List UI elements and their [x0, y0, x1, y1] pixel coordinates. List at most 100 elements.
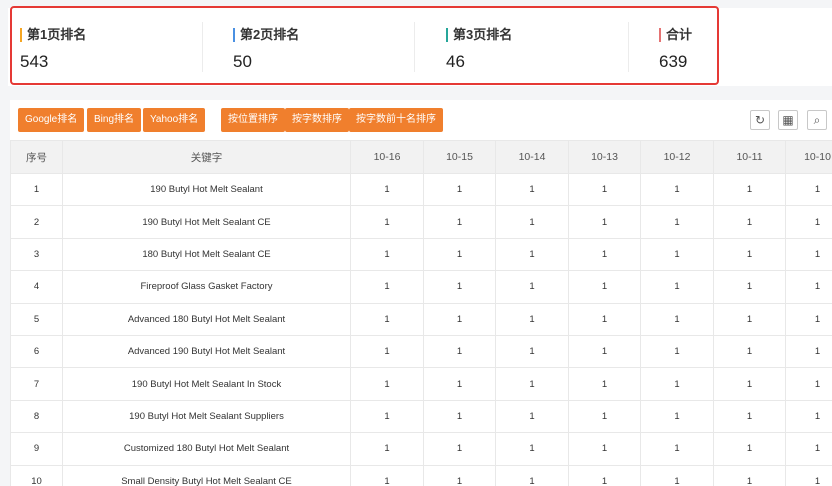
rank-cell: 1	[640, 270, 714, 304]
keyword-cell: 180 Butyl Hot Melt Sealant CE	[62, 237, 351, 272]
table-row[interactable]: 7 190 Butyl Hot Melt Sealant In Stock 1 1 1 1…	[10, 367, 832, 401]
sort-by-word-count-button[interactable]: 按字数排序	[285, 108, 349, 132]
stat-page3: 第3页排名 46	[438, 8, 628, 83]
row-index-cell: 9	[10, 432, 63, 466]
rank-cell: 1	[495, 464, 569, 486]
ranking-panel: Google排名 Bing排名 Yahoo排名 按位置排序 按字数排序 按字数前…	[10, 100, 832, 486]
header-index[interactable]: 序号	[10, 140, 63, 174]
rank-cell: 1	[713, 432, 786, 466]
bing-ranking-button[interactable]: Bing排名	[87, 108, 142, 132]
stat-separator	[628, 8, 629, 83]
ranking-table: 序号 关键字 10-16 10-15 10-14 10-13 10-12 10-…	[10, 140, 832, 486]
rank-cell: 1	[350, 270, 424, 304]
rank-cell: 1	[713, 399, 786, 434]
rank-cell: 1	[495, 367, 569, 401]
row-index-cell: 7	[10, 367, 63, 401]
columns-icon[interactable]: ▦	[778, 110, 798, 130]
rank-cell: 1	[785, 464, 832, 486]
rank-cell: 1	[350, 205, 424, 239]
table-row[interactable]: 9 Customized 180 Butyl Hot Melt Sealant 1 1…	[10, 432, 832, 466]
rank-cell: 1	[640, 367, 714, 401]
rank-cell: 1	[350, 334, 424, 369]
rank-cell: 1	[640, 237, 714, 272]
rank-cell: 1	[350, 172, 424, 207]
keyword-cell: 190 Butyl Hot Melt Sealant CE	[62, 205, 351, 239]
rank-cell: 1	[423, 464, 496, 486]
table-row[interactable]: 2 190 Butyl Hot Melt Sealant CE 1 1 1 1 1 1 1	[10, 205, 832, 239]
table-row[interactable]: 10 Small Density Butyl Hot Melt Sealant C…	[10, 464, 832, 486]
rank-cell: 1	[640, 399, 714, 434]
table-row[interactable]: 8 190 Butyl Hot Melt Sealant Suppliers 1 1 1…	[10, 399, 832, 434]
rank-cell: 1	[713, 334, 786, 369]
rank-cell: 1	[568, 205, 641, 239]
stat-total: 合计 639	[651, 8, 717, 83]
rank-cell: 1	[640, 205, 714, 239]
rank-cell: 1	[423, 399, 496, 434]
rank-cell: 1	[350, 367, 424, 401]
stat-page1: 第1页排名 543	[12, 8, 202, 83]
keyword-cell: 190 Butyl Hot Melt Sealant	[62, 172, 351, 207]
sort-by-top10-button[interactable]: 按字数前十名排序	[349, 108, 443, 132]
header-date[interactable]: 10-10	[785, 140, 832, 174]
rank-cell: 1	[423, 367, 496, 401]
search-icon[interactable]: ⌕	[807, 110, 827, 130]
rank-cell: 1	[495, 432, 569, 466]
row-index-cell: 4	[10, 270, 63, 304]
stat-total-label: 合计	[659, 28, 692, 42]
yahoo-ranking-button[interactable]: Yahoo排名	[143, 108, 206, 132]
keyword-cell: Fireproof Glass Gasket Factory	[62, 270, 351, 304]
rank-cell: 1	[495, 399, 569, 434]
table-row[interactable]: 6 Advanced 190 Butyl Hot Melt Sealant 1 1 1 1…	[10, 334, 832, 369]
row-index-cell: 6	[10, 334, 63, 369]
table-row[interactable]: 5 Advanced 180 Butyl Hot Melt Sealant 1 1 1 1…	[10, 302, 832, 336]
stat-separator	[414, 8, 415, 83]
rank-cell: 1	[423, 334, 496, 369]
table-row[interactable]: 1 190 Butyl Hot Melt Sealant 1 1 1 1 1 1 1	[10, 172, 832, 207]
rank-cell: 1	[785, 399, 832, 434]
header-date[interactable]: 10-13	[568, 140, 641, 174]
rank-cell: 1	[568, 367, 641, 401]
keyword-cell: Advanced 190 Butyl Hot Melt Sealant	[62, 334, 351, 369]
stat-page3-value: 46	[446, 52, 465, 71]
rank-cell: 1	[785, 432, 832, 466]
google-ranking-button[interactable]: Google排名	[18, 108, 85, 132]
rank-cell: 1	[568, 270, 641, 304]
stat-page2: 第2页排名 50	[225, 8, 415, 83]
stat-separator	[202, 8, 203, 83]
stat-page2-value: 50	[233, 52, 252, 71]
rank-cell: 1	[640, 334, 714, 369]
stat-total-value: 639	[659, 52, 688, 71]
rank-cell: 1	[785, 172, 832, 207]
header-date[interactable]: 10-14	[495, 140, 569, 174]
stat-page2-label: 第2页排名	[233, 28, 299, 42]
rank-cell: 1	[495, 334, 569, 369]
rank-cell: 1	[568, 237, 641, 272]
header-keyword[interactable]: 关键字	[62, 140, 351, 174]
refresh-icon[interactable]: ↻	[750, 110, 770, 130]
rank-cell: 1	[423, 205, 496, 239]
table-row[interactable]: 4 Fireproof Glass Gasket Factory 1 1 1 1 1 1 1	[10, 270, 832, 304]
keyword-cell: Customized 180 Butyl Hot Melt Sealant	[62, 432, 351, 466]
rank-cell: 1	[640, 172, 714, 207]
sort-by-position-button[interactable]: 按位置排序	[221, 108, 285, 132]
row-index-cell: 1	[10, 172, 63, 207]
table-row[interactable]: 3 180 Butyl Hot Melt Sealant CE 1 1 1 1 1 1 1	[10, 237, 832, 272]
rank-cell: 1	[785, 205, 832, 239]
rank-cell: 1	[495, 172, 569, 207]
header-date[interactable]: 10-16	[350, 140, 424, 174]
rank-cell: 1	[495, 302, 569, 336]
rank-cell: 1	[713, 205, 786, 239]
header-date[interactable]: 10-15	[423, 140, 496, 174]
header-date[interactable]: 10-12	[640, 140, 714, 174]
keyword-cell: Small Density Butyl Hot Melt Sealant CE	[62, 464, 351, 486]
stats-section: 第1页排名 543 第2页排名 50 第3页排名 46 合计 639	[0, 0, 832, 96]
header-date[interactable]: 10-11	[713, 140, 786, 174]
rank-cell: 1	[350, 464, 424, 486]
rank-cell: 1	[350, 237, 424, 272]
row-index-cell: 10	[10, 464, 63, 486]
rank-cell: 1	[785, 367, 832, 401]
rank-cell: 1	[713, 237, 786, 272]
rank-cell: 1	[568, 399, 641, 434]
row-index-cell: 3	[10, 237, 63, 272]
stat-page3-label: 第3页排名	[446, 28, 512, 42]
